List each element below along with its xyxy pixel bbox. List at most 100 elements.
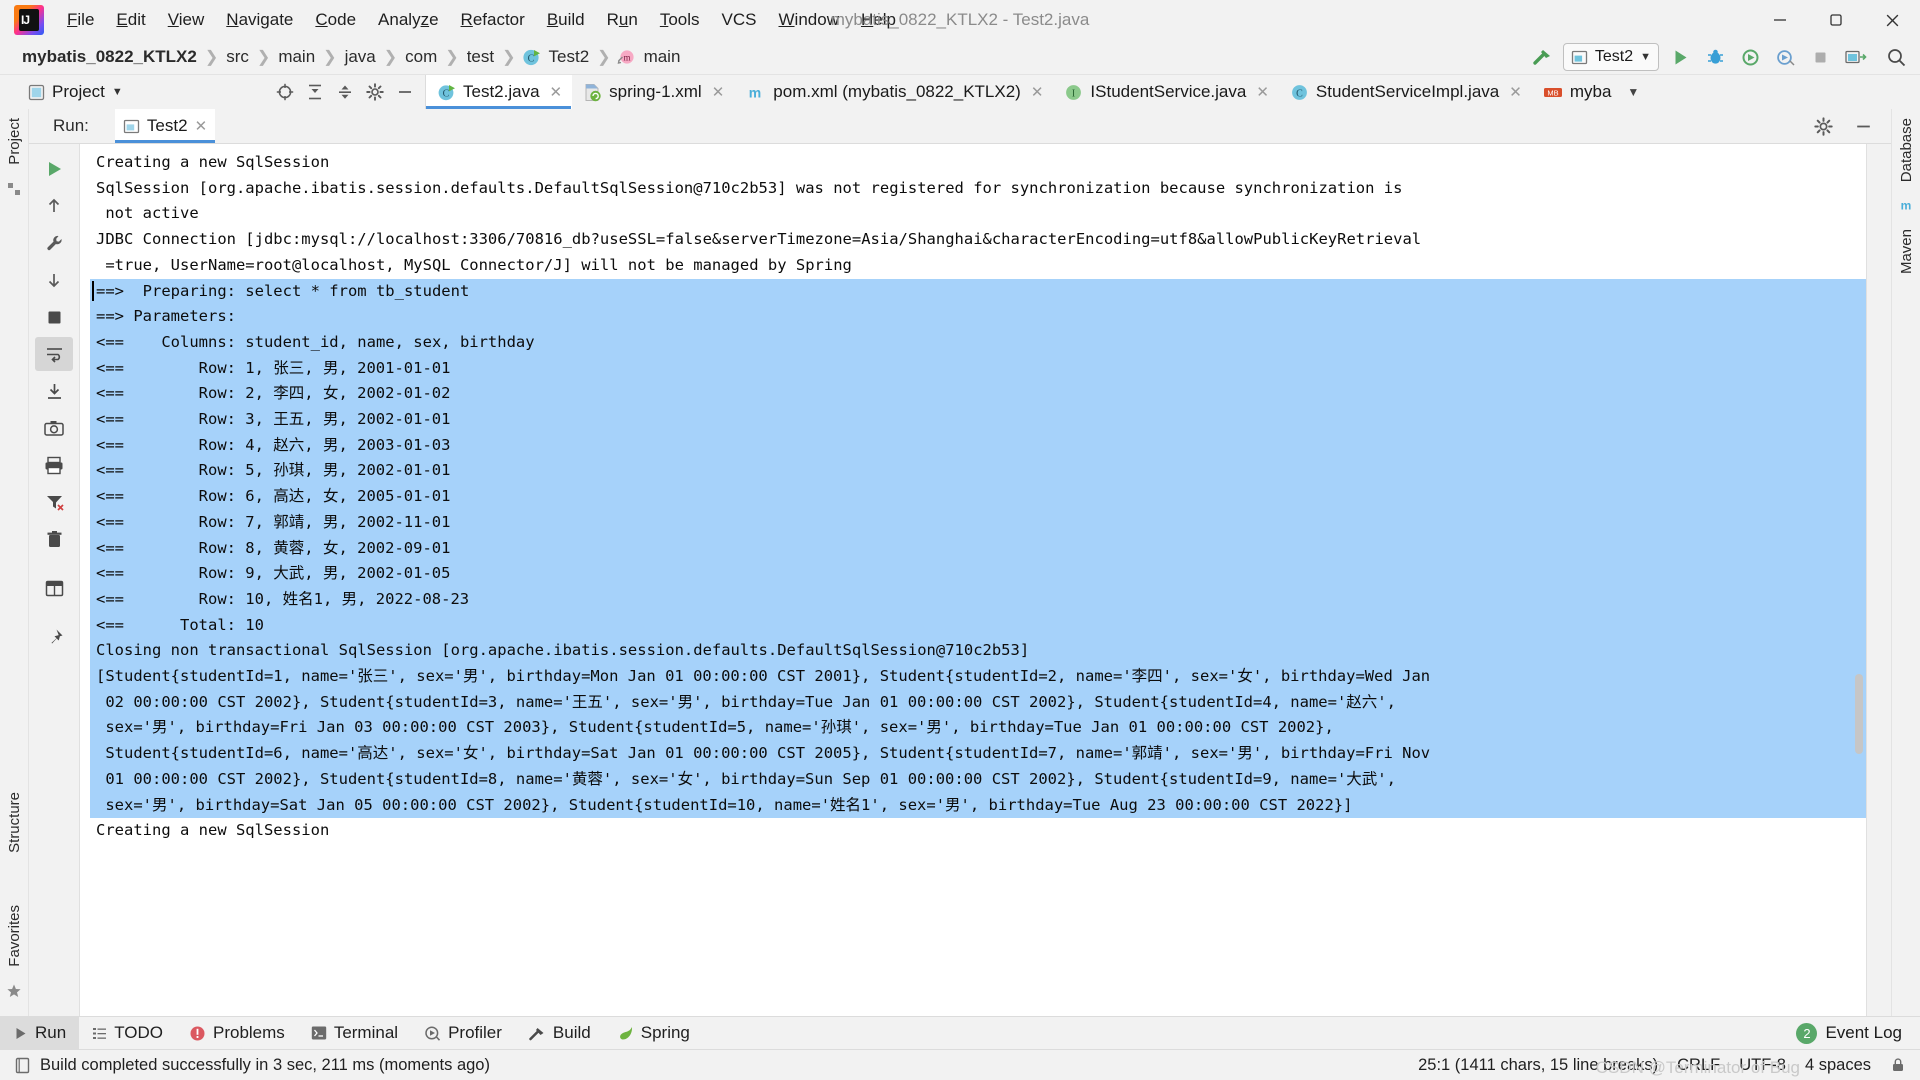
- scroll-up-button[interactable]: [35, 189, 73, 223]
- run-with-coverage-button[interactable]: [1736, 44, 1764, 70]
- sidebar-item-database[interactable]: Database: [1894, 109, 1919, 191]
- search-everywhere-button[interactable]: [1882, 44, 1910, 70]
- breadcrumb-item-test[interactable]: test: [463, 45, 498, 69]
- sidebar-item-maven[interactable]: Maven: [1894, 220, 1919, 283]
- sidebar-item-project[interactable]: Project: [2, 109, 27, 174]
- close-icon[interactable]: ✕: [1256, 83, 1269, 101]
- build-project-button[interactable]: [1528, 44, 1556, 70]
- file-encoding[interactable]: UTF-8: [1739, 1056, 1786, 1075]
- chevron-down-icon[interactable]: ▼: [1621, 85, 1645, 99]
- editor-tab-test2-java[interactable]: C Test2.java ✕: [426, 75, 573, 109]
- svg-text:C: C: [527, 53, 534, 64]
- breadcrumb-item-main[interactable]: main: [274, 45, 319, 69]
- menu-item-view[interactable]: View: [157, 6, 216, 34]
- line-separator[interactable]: CRLF: [1677, 1056, 1720, 1075]
- project-panel-header: Project ▼: [18, 75, 426, 109]
- bottom-item-problems[interactable]: Problems: [176, 1017, 298, 1049]
- scroll-down-button[interactable]: [35, 263, 73, 297]
- menu-item-file[interactable]: FFileile: [56, 6, 105, 34]
- bottom-item-build[interactable]: Build: [515, 1017, 604, 1049]
- editor-tab-mybatis[interactable]: MB myba: [1532, 75, 1622, 109]
- breadcrumb-item-java[interactable]: java: [341, 45, 380, 69]
- editor-tabs-overflow[interactable]: ▼: [1621, 75, 1651, 109]
- navigation-bar: mybatis_0822_KTLX2 ❯ src ❯ main ❯ java ❯…: [0, 40, 1920, 75]
- bottom-item-profiler[interactable]: Profiler: [411, 1017, 515, 1049]
- update-app-button[interactable]: [1841, 44, 1869, 70]
- run-button[interactable]: [1666, 44, 1694, 70]
- console-text[interactable]: Creating a new SqlSession SqlSession [org…: [90, 144, 1866, 844]
- close-icon[interactable]: ✕: [712, 83, 725, 101]
- bottom-item-terminal[interactable]: Terminal: [298, 1017, 411, 1049]
- layout-button[interactable]: [35, 571, 73, 605]
- profile-button[interactable]: [1771, 44, 1799, 70]
- editor-tab-studentserviceimpl-java[interactable]: C StudentServiceImpl.java ✕: [1279, 75, 1532, 109]
- panel-settings-gear-icon[interactable]: [361, 79, 389, 105]
- breadcrumb-item-com[interactable]: com: [401, 45, 441, 69]
- bottom-item-spring[interactable]: Spring: [604, 1017, 703, 1049]
- gear-icon[interactable]: [1809, 113, 1837, 139]
- breadcrumb-item-project[interactable]: mybatis_0822_KTLX2: [18, 45, 201, 69]
- menu-item-refactor[interactable]: Refactor: [450, 6, 536, 34]
- structure-mini-icon[interactable]: [6, 181, 22, 202]
- debug-button[interactable]: [1701, 44, 1729, 70]
- camera-button[interactable]: [35, 411, 73, 445]
- menu-item-code[interactable]: Code: [304, 6, 367, 34]
- menu-item-vcs[interactable]: VCS: [711, 6, 768, 34]
- lock-icon[interactable]: [1890, 1057, 1906, 1073]
- close-icon[interactable]: ✕: [195, 117, 208, 135]
- maximize-button[interactable]: [1808, 0, 1864, 40]
- menu-item-analyze[interactable]: Analyze: [367, 6, 450, 34]
- bottom-item-run[interactable]: Run: [0, 1017, 80, 1049]
- pin-button[interactable]: [35, 620, 73, 654]
- caret-position[interactable]: 25:1 (1411 chars, 15 line breaks): [1418, 1056, 1658, 1075]
- spring-xml-icon: [583, 83, 602, 102]
- menu-item-navigate[interactable]: Navigate: [215, 6, 304, 34]
- run-configuration-selector[interactable]: Test2 ▼: [1562, 43, 1659, 71]
- menu-items: FFileile Edit View Navigate Code Analyze…: [56, 6, 907, 34]
- console-scrollbar-thumb[interactable]: [1855, 674, 1863, 754]
- clear-filter-button[interactable]: [35, 485, 73, 519]
- svg-text:m: m: [1901, 199, 1912, 213]
- close-icon[interactable]: ✕: [1031, 83, 1044, 101]
- console-scrollbar[interactable]: [1854, 144, 1864, 1016]
- mybatis-icon: MB: [1543, 83, 1563, 102]
- expand-all-icon[interactable]: [301, 79, 329, 105]
- breadcrumb-item-src[interactable]: src: [222, 45, 253, 69]
- minimize-icon[interactable]: [1849, 113, 1877, 139]
- project-view-selector[interactable]: Project ▼: [28, 82, 123, 102]
- menu-item-run[interactable]: Run: [596, 6, 649, 34]
- close-icon[interactable]: ✕: [550, 83, 563, 101]
- print-button[interactable]: [35, 448, 73, 482]
- collapse-all-icon[interactable]: [331, 79, 359, 105]
- minimize-button[interactable]: [1752, 0, 1808, 40]
- indent-setting[interactable]: 4 spaces: [1805, 1056, 1871, 1075]
- editor-tab-istudentservice-java[interactable]: I IStudentService.java ✕: [1053, 75, 1279, 109]
- settings-wrench-button[interactable]: [35, 226, 73, 260]
- editor-tab-spring-1-xml[interactable]: spring-1.xml ✕: [572, 75, 734, 109]
- hide-panel-icon[interactable]: [391, 79, 419, 105]
- locate-file-icon[interactable]: [271, 79, 299, 105]
- breadcrumb-item-method[interactable]: main: [640, 45, 685, 69]
- stop-button[interactable]: [35, 300, 73, 334]
- stop-button[interactable]: [1806, 44, 1834, 70]
- delete-button[interactable]: [35, 522, 73, 556]
- rerun-button[interactable]: [35, 152, 73, 186]
- close-icon[interactable]: ✕: [1509, 83, 1522, 101]
- sidebar-item-favorites[interactable]: Favorites: [2, 896, 27, 976]
- close-button[interactable]: [1864, 0, 1920, 40]
- menu-item-build[interactable]: Build: [536, 6, 596, 34]
- console-output[interactable]: Creating a new SqlSession SqlSession [org…: [90, 144, 1866, 1016]
- breadcrumb-item-class[interactable]: Test2: [545, 45, 594, 69]
- editor-tab-pom-xml[interactable]: m pom.xml (mybatis_0822_KTLX2) ✕: [734, 75, 1053, 109]
- bottom-item-todo[interactable]: TODO: [79, 1017, 176, 1049]
- export-button[interactable]: [35, 374, 73, 408]
- java-class-icon: C: [1290, 83, 1309, 102]
- sidebar-item-structure[interactable]: Structure: [2, 783, 27, 862]
- event-log-label[interactable]: Event Log: [1825, 1023, 1902, 1043]
- soft-wrap-button[interactable]: [35, 337, 73, 371]
- menu-item-edit[interactable]: Edit: [105, 6, 156, 34]
- menu-item-tools[interactable]: Tools: [649, 6, 711, 34]
- bottom-item-label: Profiler: [448, 1023, 502, 1042]
- run-tab-test2[interactable]: Test2 ✕: [114, 109, 216, 143]
- console-scroll-area[interactable]: Creating a new SqlSession SqlSession [org…: [90, 144, 1866, 1016]
